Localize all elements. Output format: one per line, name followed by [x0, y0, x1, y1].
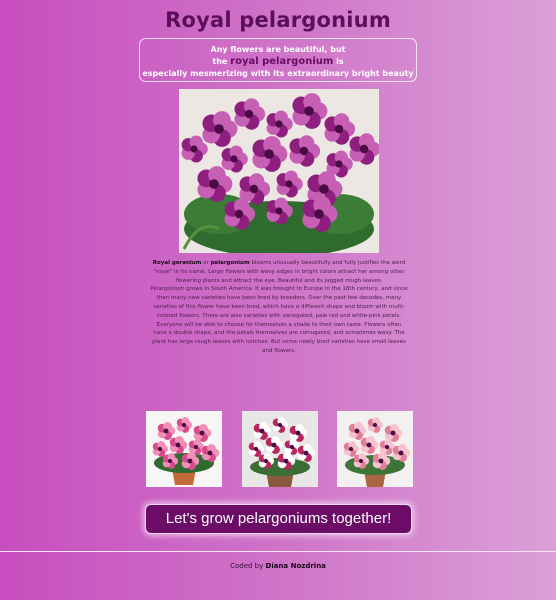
gallery-light-pink-pelargonium	[337, 411, 413, 487]
term-pelargonium: pelargonium	[210, 260, 250, 266]
intro-box: Any flowers are beautiful, but the royal…	[139, 38, 417, 82]
footer-prefix: Coded by	[230, 562, 264, 570]
hero-image	[179, 89, 379, 253]
term-royal-geranium: Royal geranium	[152, 260, 202, 266]
article-paragraph-2: Pelargonium grows in South America. It w…	[150, 286, 408, 354]
footer-author: Diana Nozdrina	[265, 562, 326, 570]
intro-line-2-prefix: the	[212, 57, 228, 66]
page-title: Royal pelargonium	[165, 8, 391, 32]
footer-divider	[0, 551, 556, 552]
gallery-image-2	[242, 411, 318, 487]
gallery-image-3	[337, 411, 413, 487]
article-or: or	[203, 260, 209, 266]
grow-together-button[interactable]: Let's grow pelargoniums together!	[145, 504, 412, 534]
intro-line-3: especially mesmerizing with its extraord…	[142, 69, 414, 78]
intro-line-1: Any flowers are beautiful, but	[210, 45, 346, 54]
footer: Coded by Diana Nozdrina	[0, 562, 556, 570]
article-text: Royal geranium or pelargonium blooms unu…	[150, 259, 408, 356]
intro-line-2-suffix: is	[336, 57, 344, 66]
intro-highlight: royal pelargonium	[230, 56, 334, 67]
gallery-image-1	[146, 411, 222, 487]
article-paragraph-1: Royal geranium or pelargonium blooms unu…	[150, 259, 408, 285]
hero-pelargonium-photo	[179, 89, 379, 253]
gallery-pink-pelargonium	[146, 411, 222, 487]
gallery-white-pink-pelargonium	[242, 411, 318, 487]
intro-line-2: the royal pelargonium is	[140, 56, 416, 68]
